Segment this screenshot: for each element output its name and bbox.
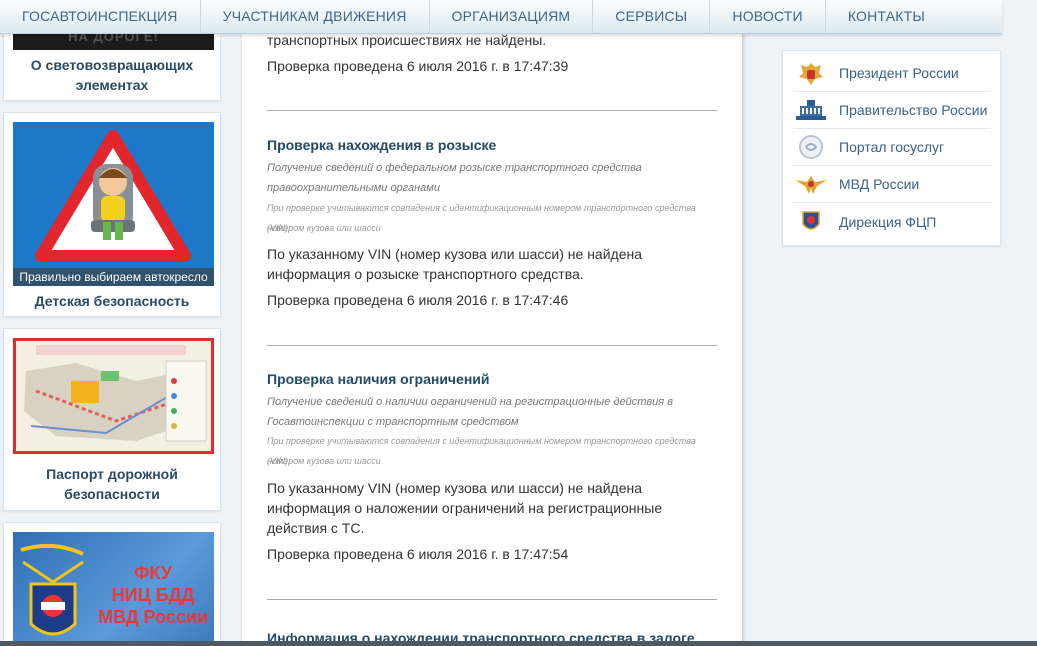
road-map-diagram-icon xyxy=(16,341,211,451)
nic-bdd-text-3: МВД России xyxy=(97,607,209,627)
government-building-icon xyxy=(796,100,826,120)
wanted-description-2: правоохранительными органами xyxy=(267,182,440,194)
wanted-result-1: По указанному VIN (номер кузова или шасс… xyxy=(267,246,643,262)
link-fcp[interactable]: Дирекция ФЦП xyxy=(793,203,991,240)
link-mvd-label: МВД России xyxy=(839,176,920,192)
russian-eagle-icon xyxy=(799,63,823,85)
card-child-safety[interactable]: Правильно выбираем автокресло Детская бе… xyxy=(3,112,221,317)
card-passport-title-2: безопасности xyxy=(64,486,160,502)
external-links-panel: Президент России Правительство России По… xyxy=(782,50,1001,246)
child-seat-caption: Правильно выбираем автокресло xyxy=(13,268,214,286)
link-gosuslugi-label: Портал госуслуг xyxy=(839,139,945,155)
link-government-label: Правительство России xyxy=(839,102,988,118)
link-mvd[interactable]: МВД России xyxy=(793,166,991,203)
child-seat-warning-icon xyxy=(35,130,191,262)
wanted-result-2: информация о розыске транспортного средс… xyxy=(267,266,584,282)
card-road-safety-passport[interactable]: Паспорт дорожной безопасности xyxy=(3,328,221,511)
link-president[interactable]: Президент России xyxy=(793,55,991,92)
restrictions-result-3: действия с ТС. xyxy=(267,520,365,536)
restrictions-section-title: Проверка наличия ограничений xyxy=(267,371,490,387)
top-navigation: ГОСАВТОИНСПЕКЦИЯ УЧАСТНИКАМ ДВИЖЕНИЯ ОРГ… xyxy=(0,0,1002,34)
wanted-section-title: Проверка нахождения в розыске xyxy=(267,137,497,153)
restrictions-result-2: информация о наложении ограничений на ре… xyxy=(267,500,663,516)
restrictions-note-2: номером кузова или шасси xyxy=(267,456,381,466)
link-government[interactable]: Правительство России xyxy=(793,92,991,129)
window-bottom-edge xyxy=(0,641,1037,646)
card-reflective-title-2: элементах xyxy=(75,77,149,93)
fcp-emblem-icon xyxy=(802,210,820,230)
nav-item-services[interactable]: СЕРВИСЫ xyxy=(593,0,711,33)
wanted-description-1: Получение сведений о федеральном розыске… xyxy=(267,162,642,174)
nic-bdd-text-1: ФКУ xyxy=(134,563,172,583)
nav-item-organizations[interactable]: ОРГАНИЗАЦИЯМ xyxy=(430,0,594,33)
section-divider xyxy=(267,599,717,600)
nic-bdd-image: ФКУ НИЦ БДД МВД России xyxy=(13,532,214,646)
restrictions-check-time: Проверка проведена 6 июля 2016 г. в 17:4… xyxy=(267,546,569,562)
section-divider xyxy=(267,345,717,346)
nav-item-road-users[interactable]: УЧАСТНИКАМ ДВИЖЕНИЯ xyxy=(201,0,430,33)
link-gosuslugi[interactable]: Портал госуслуг xyxy=(793,129,991,166)
road-safety-passport-image xyxy=(13,338,214,454)
section-divider xyxy=(267,110,717,111)
gosuslugi-icon xyxy=(799,135,823,159)
card-nic-bdd[interactable]: ФКУ НИЦ БДД МВД России xyxy=(3,522,221,646)
card-passport-title-1: Паспорт дорожной xyxy=(46,466,178,482)
main-content: транспортных происшествиях не найдены. П… xyxy=(242,0,742,646)
card-reflective-title-1: О световозвращающих xyxy=(30,57,194,73)
nav-item-gosavtoinspektsiya[interactable]: ГОСАВТОИНСПЕКЦИЯ xyxy=(0,0,201,33)
link-president-label: Президент России xyxy=(839,65,959,81)
restrictions-description-2: Госавтоинспекции с транспортным средство… xyxy=(267,416,519,428)
link-fcp-label: Дирекция ФЦП xyxy=(839,213,937,230)
card-child-safety-title: Детская безопасность xyxy=(34,293,190,309)
wanted-note-2: номером кузова или шасси xyxy=(267,223,381,233)
accident-check-time: Проверка проведена 6 июля 2016 г. в 17:4… xyxy=(267,58,569,74)
nav-item-contacts[interactable]: КОНТАКТЫ xyxy=(826,0,947,33)
mvd-eagle-icon xyxy=(795,176,827,194)
nic-bdd-text-2: НИЦ БДД xyxy=(111,585,195,605)
left-sidebar: НА ДОРОГЕ! О световозвращающих элементах… xyxy=(0,0,224,646)
nav-item-news[interactable]: НОВОСТИ xyxy=(710,0,826,33)
restrictions-description-1: Получение сведений о наличии ограничений… xyxy=(267,396,673,408)
restrictions-result-1: По указанному VIN (номер кузова или шасс… xyxy=(267,480,643,496)
wanted-check-time: Проверка проведена 6 июля 2016 г. в 17:4… xyxy=(267,292,569,308)
child-seat-image: Правильно выбираем автокресло xyxy=(13,122,214,286)
